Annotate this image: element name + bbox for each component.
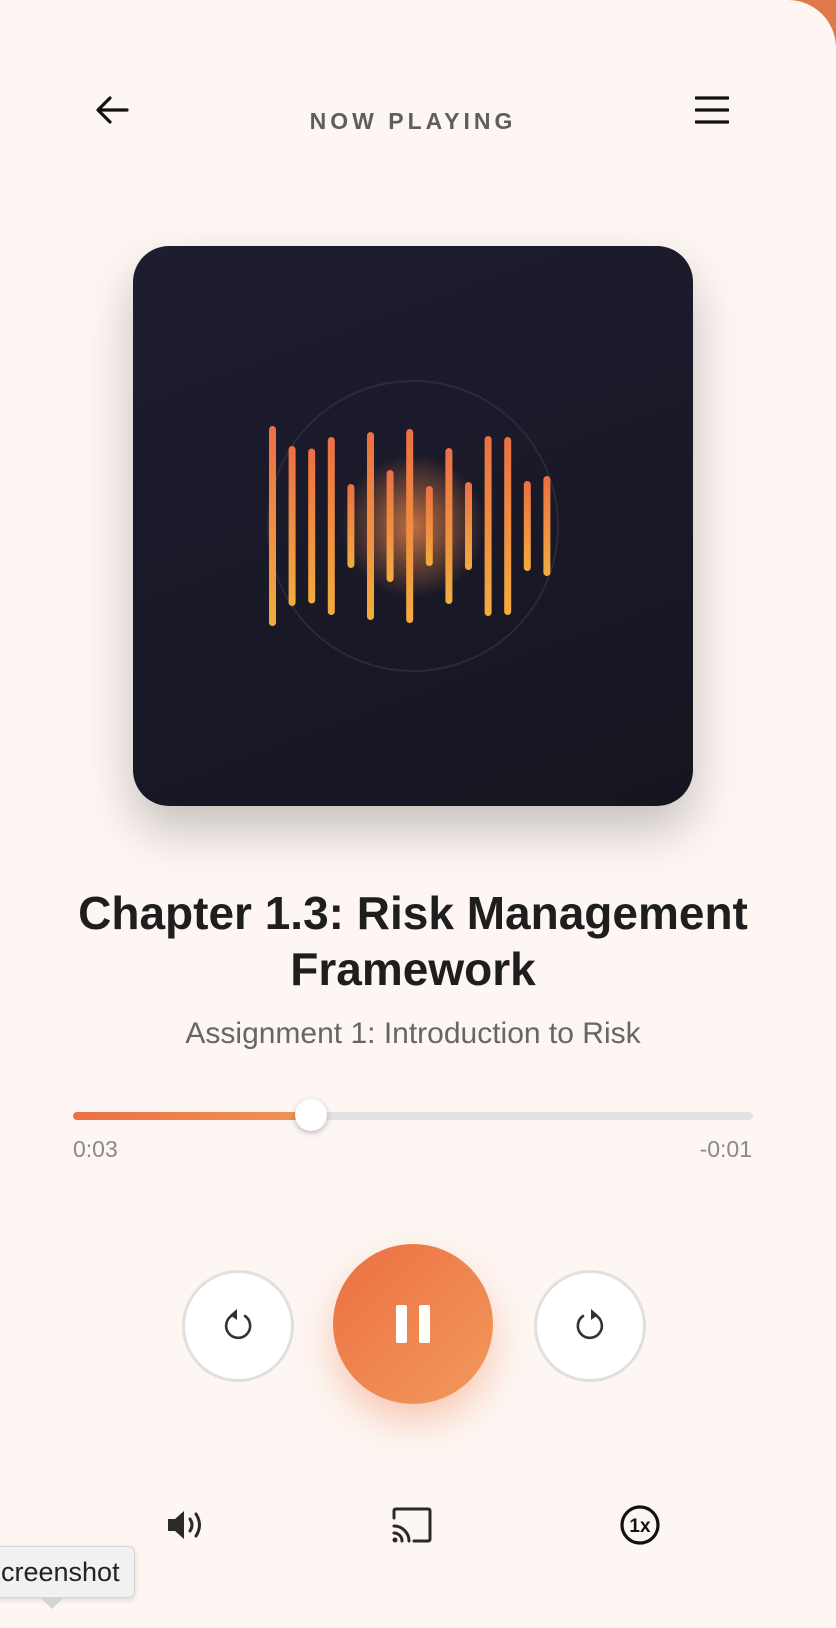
forward-icon <box>572 1306 608 1347</box>
track-subtitle: Assignment 1: Introduction to Risk <box>185 1017 641 1050</box>
track-title: Chapter 1.3: Risk Management Framework <box>78 887 748 995</box>
elapsed-time: 0:03 <box>73 1136 118 1162</box>
playback-speed-button[interactable]: 1x <box>616 1503 664 1552</box>
album-artwork <box>133 246 693 806</box>
waveform-bar <box>543 476 551 576</box>
screenshot-tooltip: creenshot <box>0 1546 135 1598</box>
waveform-bar <box>504 437 512 615</box>
remaining-time: -0:01 <box>699 1136 752 1162</box>
waveform-bar <box>386 470 394 582</box>
tooltip-arrow <box>40 1597 64 1609</box>
progress-fill <box>73 1112 311 1120</box>
cast-button[interactable] <box>388 1505 436 1549</box>
waveform-bar <box>484 436 492 616</box>
forward-button[interactable] <box>534 1270 646 1382</box>
volume-icon <box>165 1507 209 1548</box>
waveform-bar <box>367 432 374 620</box>
progress-thumb[interactable] <box>295 1099 327 1131</box>
waveform-bar <box>465 482 472 570</box>
waveform-bar <box>523 481 531 571</box>
waveform-bar <box>269 426 276 626</box>
rewind-button[interactable] <box>182 1270 294 1382</box>
now-playing-screen: NOW PLAYING Chapter 1.3: Risk Management <box>0 0 836 1628</box>
waveform-bar <box>425 486 433 566</box>
hamburger-menu-icon <box>694 95 730 130</box>
menu-button[interactable] <box>692 92 732 132</box>
cast-icon <box>390 1506 434 1549</box>
waveform-bar <box>327 437 335 615</box>
speed-label: 1x <box>629 1516 651 1537</box>
waveform-bar <box>347 484 355 568</box>
progress-slider[interactable] <box>73 1099 753 1131</box>
play-pause-button[interactable] <box>333 1244 493 1404</box>
volume-button[interactable] <box>163 1505 211 1549</box>
waveform-bar <box>308 448 316 604</box>
audio-waveform-art <box>267 380 559 672</box>
rewind-icon <box>220 1306 256 1347</box>
waveform-bar <box>445 448 453 604</box>
playback-speed-icon: 1x <box>618 1503 662 1552</box>
waveform-bar <box>406 429 414 623</box>
pause-icon <box>390 1305 436 1343</box>
waveform-bar <box>288 446 296 606</box>
